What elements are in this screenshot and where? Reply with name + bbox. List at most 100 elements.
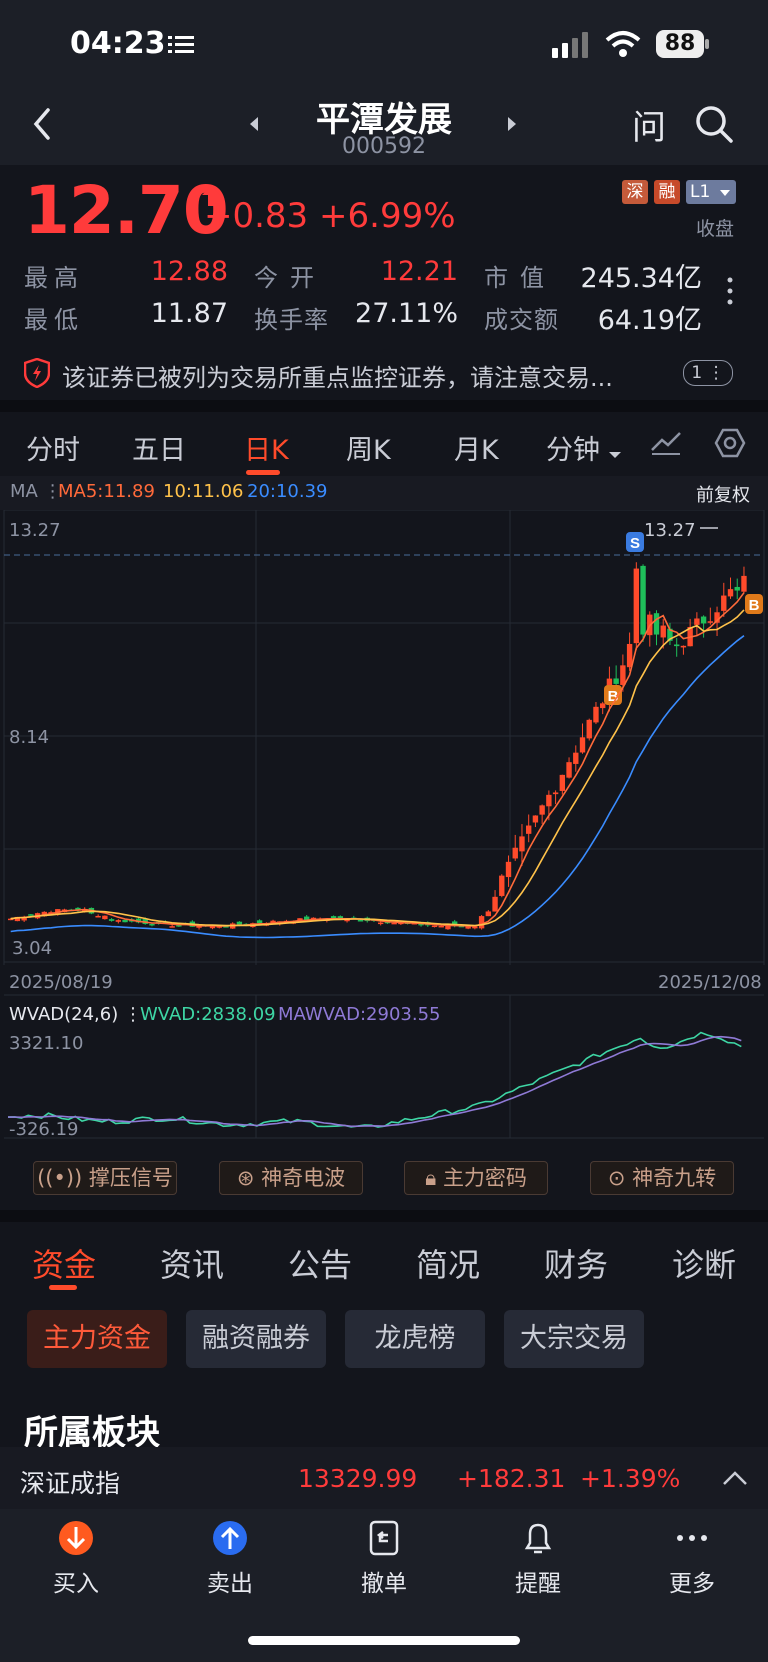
chip-block-trade[interactable]: 大宗交易 xyxy=(504,1310,644,1368)
chip-main-funds[interactable]: 主力资金 xyxy=(27,1310,167,1368)
tab-news[interactable]: 资讯 xyxy=(160,1240,224,1286)
tag-sz: 深 xyxy=(622,180,648,204)
date-end: 2025/12/08 xyxy=(658,972,762,993)
tab-finance[interactable]: 财务 xyxy=(544,1240,608,1286)
tab-profile[interactable]: 简况 xyxy=(416,1240,480,1286)
ma20-value: 20:10.39 xyxy=(247,481,328,502)
candle-body xyxy=(653,613,660,635)
tab-minute[interactable]: 分钟 xyxy=(546,428,621,467)
cancel-order-button[interactable]: 撤单 xyxy=(329,1564,439,1598)
chevron-down-icon xyxy=(608,452,621,458)
level-dropdown[interactable]: L1 xyxy=(686,180,736,204)
support-resistance-button[interactable]: ((•)) 撑压信号 xyxy=(33,1161,177,1195)
candle-body xyxy=(573,752,579,764)
tab-announcements[interactable]: 公告 xyxy=(288,1240,352,1286)
tab-intraday[interactable]: 分时 xyxy=(26,428,80,467)
more-icon[interactable] xyxy=(637,1518,747,1562)
buy-signal-marker: B xyxy=(745,594,763,614)
more-vertical-icon[interactable] xyxy=(726,276,734,306)
tab-daily-k[interactable]: 日K xyxy=(244,428,289,467)
search-icon[interactable] xyxy=(694,104,734,144)
btn-label: 神奇九转 xyxy=(632,1166,717,1190)
pulse-icon: ⊛ xyxy=(236,1166,255,1190)
chip-dragon-tiger[interactable]: 龙虎榜 xyxy=(345,1310,485,1368)
draw-line-icon[interactable] xyxy=(650,430,682,456)
btn-label: 神奇电波 xyxy=(261,1166,346,1190)
tab-five-day[interactable]: 五日 xyxy=(132,428,186,467)
ma20-line xyxy=(10,635,745,939)
wvad-bottom-label: -326.19 xyxy=(9,1119,79,1140)
adjust-mode[interactable]: 前复权 xyxy=(696,481,750,507)
candle-body xyxy=(28,914,34,916)
main-force-code-button[interactable]: 🔒︎ 主力密码 xyxy=(404,1161,548,1195)
tab-monthly-k[interactable]: 月K xyxy=(454,428,499,467)
value-amount: 64.19亿 xyxy=(597,305,702,336)
settings-hex-icon[interactable] xyxy=(714,428,746,458)
separator xyxy=(0,400,768,412)
radio-wave-icon: ((•)) xyxy=(37,1166,83,1190)
tag-margin: 融 xyxy=(654,180,680,204)
tab-funds[interactable]: 资金 xyxy=(32,1240,96,1286)
candle-body xyxy=(505,861,512,878)
alert-button[interactable]: 提醒 xyxy=(483,1564,593,1598)
candle-body xyxy=(539,805,545,815)
ma-label-text: MA xyxy=(10,481,38,502)
buy-button[interactable]: 买入 xyxy=(21,1564,131,1598)
candle-body xyxy=(579,737,586,753)
candle-body xyxy=(431,925,438,928)
market-state: 收盘 xyxy=(696,218,735,240)
magic-nine-button[interactable]: ⊙ 神奇九转 xyxy=(590,1161,734,1195)
label-turnover: 换手率 xyxy=(254,306,329,334)
next-stock-icon[interactable] xyxy=(506,116,518,132)
cancel-order-icon[interactable] xyxy=(329,1518,439,1562)
candle-body xyxy=(108,919,115,921)
ma-label[interactable]: MA ⋮ xyxy=(10,481,62,502)
ma5-value: MA5:11.89 xyxy=(58,481,155,502)
candle-body xyxy=(115,920,122,922)
candle-body xyxy=(519,836,525,852)
buy-icon[interactable] xyxy=(21,1518,131,1562)
more-button[interactable]: 更多 xyxy=(637,1564,747,1598)
warning-count-badge[interactable]: 1 ⋮ xyxy=(683,360,733,386)
magic-wave-button[interactable]: ⊛ 神奇电波 xyxy=(219,1161,363,1195)
level-label: L1 xyxy=(690,182,711,202)
candle-body xyxy=(633,568,640,644)
separator xyxy=(0,1210,768,1222)
ask-button[interactable]: 问 xyxy=(632,100,666,149)
candle-body xyxy=(478,916,485,929)
candles: SBB xyxy=(8,532,763,930)
k-line-chart[interactable]: SBB xyxy=(0,510,768,1150)
sell-button[interactable]: 卖出 xyxy=(175,1564,285,1598)
candle-body xyxy=(492,896,498,912)
warning-text: 该证券已被列为交易所重点监控证券，请注意交易... xyxy=(62,364,613,392)
candle-body xyxy=(600,703,606,709)
value-mcap: 245.34亿 xyxy=(580,263,702,294)
chip-margin-trading[interactable]: 融资融券 xyxy=(186,1310,326,1368)
candle-body xyxy=(660,625,666,638)
home-indicator xyxy=(248,1636,520,1645)
chevron-up-icon[interactable] xyxy=(722,1470,748,1486)
candle-body xyxy=(512,847,518,859)
value-turnover: 27.11% xyxy=(355,298,458,329)
label-mcap: 市值 xyxy=(484,264,556,292)
candle-body xyxy=(357,920,364,922)
tab-diagnosis[interactable]: 诊断 xyxy=(672,1240,736,1286)
battery-cap xyxy=(705,39,709,49)
current-price: 12.70 xyxy=(24,172,229,249)
battery-indicator: 88 xyxy=(656,30,704,58)
wvad-name[interactable]: WVAD(24,6) ⋮ xyxy=(9,1004,142,1025)
bell-icon[interactable] xyxy=(483,1518,593,1562)
tab-minute-label: 分钟 xyxy=(546,435,600,466)
candle-body xyxy=(566,762,572,778)
sell-icon[interactable] xyxy=(175,1518,285,1562)
candle-body xyxy=(256,920,263,924)
chevron-down-icon xyxy=(719,190,730,196)
candle-body xyxy=(640,565,646,635)
high-price-marker: 13.27 xyxy=(644,520,696,541)
list-icon xyxy=(168,36,194,53)
tab-underline xyxy=(246,470,280,475)
date-start: 2025/08/19 xyxy=(9,972,113,993)
tab-weekly-k[interactable]: 周K xyxy=(346,428,391,467)
btn-label: 主力密码 xyxy=(442,1166,527,1190)
candle-body xyxy=(707,621,714,623)
